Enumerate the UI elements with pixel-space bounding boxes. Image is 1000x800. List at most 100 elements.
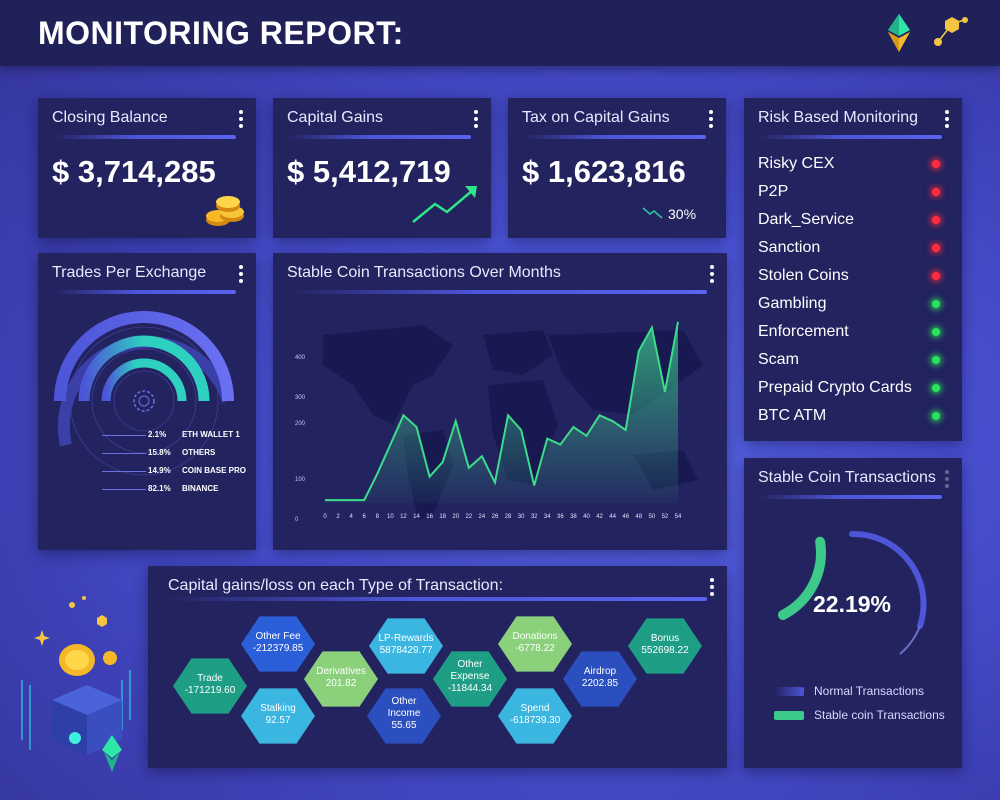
legend-swatch <box>774 710 804 720</box>
risk-monitoring-card: Risk Based Monitoring Risky CEX P2P Dark_S… <box>744 98 962 441</box>
status-indicator <box>932 244 940 252</box>
closing-balance-title: Closing Balance <box>52 109 168 126</box>
closing-balance-value: $ 3,714,285 <box>52 154 216 189</box>
capital-gains-card: Capital Gains $ 5,412,719 <box>273 98 491 238</box>
status-indicator <box>932 216 940 224</box>
x-tick-label: 22 <box>465 514 472 520</box>
transaction-hex-label: Other Income 55.65 <box>387 696 421 731</box>
y-tick-label: 200 <box>295 421 306 427</box>
transaction-hex-label: Airdrop 2202.85 <box>581 666 619 689</box>
risk-item-label: Risky CEX <box>758 155 835 172</box>
crypto-nodes-icon <box>934 17 968 46</box>
x-tick-label: 4 <box>349 514 353 520</box>
risk-item-label: BTC ATM <box>758 407 827 424</box>
trades-legend-item: 82.1% BINANCE <box>148 484 219 493</box>
x-tick-label: 24 <box>479 514 486 520</box>
x-tick-label: 48 <box>635 514 642 520</box>
status-indicator <box>932 160 940 168</box>
risk-item[interactable]: Scam <box>758 346 948 374</box>
x-tick-label: 28 <box>505 514 512 520</box>
x-tick-label: 6 <box>363 514 367 520</box>
status-indicator <box>932 272 940 280</box>
trades-legend-item: 15.8% OTHERS <box>148 448 216 457</box>
risk-item[interactable]: Prepaid Crypto Cards <box>758 374 948 402</box>
transaction-hex-label: Stalking 92.57 <box>260 703 296 726</box>
risk-item[interactable]: Sanction <box>758 234 948 262</box>
risk-item-label: Dark_Service <box>758 211 855 228</box>
header: MONITORING REPORT: <box>0 0 1000 66</box>
ethereum-logo-icon <box>888 14 910 52</box>
more-options-icon[interactable] <box>238 265 244 283</box>
risk-item-label: Gambling <box>758 295 827 312</box>
x-tick-label: 46 <box>622 514 629 520</box>
transaction-hex-label: Other Fee -212379.85 <box>252 631 304 654</box>
trades-legend-item: 14.9% COIN BASE PRO <box>148 466 247 475</box>
risk-item[interactable]: BTC ATM <box>758 402 948 430</box>
more-options-icon[interactable] <box>238 110 244 128</box>
risk-item[interactable]: Gambling <box>758 290 948 318</box>
stable-coin-area-chart: 0 2 4 6 8 10 12 14 16 18 20 22 24 26 28 30 32 34 36 38 40 42 4… <box>295 321 682 523</box>
more-options-icon[interactable] <box>708 110 714 128</box>
x-tick-label: 12 <box>400 514 407 520</box>
status-indicator <box>932 328 940 336</box>
risk-item[interactable]: P2P <box>758 178 948 206</box>
legend-stable: Stable coin Transactions <box>774 708 945 722</box>
risk-title: Risk Based Monitoring <box>758 109 919 126</box>
transaction-hex-label: Derivatives 201.82 <box>316 666 366 689</box>
y-tick-label: 300 <box>295 395 306 401</box>
tax-value: $ 1,623,816 <box>522 154 686 189</box>
area-fill <box>325 321 678 503</box>
x-tick-label: 32 <box>531 514 538 520</box>
stable-tx-percent: 22.19% <box>813 591 891 617</box>
risk-item[interactable]: Risky CEX <box>758 150 948 178</box>
crypto-illustration <box>21 596 131 772</box>
trend-down-icon <box>642 207 663 219</box>
x-tick-label: 50 <box>649 514 656 520</box>
risk-item[interactable]: Stolen Coins <box>758 262 948 290</box>
x-tick-label: 40 <box>583 514 590 520</box>
risk-item-label: Sanction <box>758 239 821 256</box>
x-tick-label: 10 <box>387 514 394 520</box>
legend-swatch <box>774 686 804 696</box>
more-options-icon[interactable] <box>473 110 479 128</box>
tax-card: Tax on Capital Gains $ 1,623,816 30% <box>508 98 726 238</box>
transaction-hex-label: Bonus 552698.22 <box>641 633 689 656</box>
x-tick-label: 44 <box>609 514 616 520</box>
transaction-hex-label: LP-Rewards 5878429.77 <box>378 633 434 656</box>
capital-gains-title: Capital Gains <box>287 109 384 126</box>
transaction-hex-label: Donations -6778.22 <box>512 631 558 654</box>
x-tick-label: 14 <box>413 514 420 520</box>
x-tick-label: 30 <box>518 514 525 520</box>
x-tick-label: 54 <box>675 514 682 520</box>
x-tick-label: 42 <box>596 514 603 520</box>
capital-transactions-card: Capital gains/loss on each Type of Trans… <box>148 566 727 768</box>
stable-coin-donut: 22.19% <box>777 530 927 655</box>
status-indicator <box>932 188 940 196</box>
y-tick-label: 0 <box>295 517 299 523</box>
x-tick-label: 16 <box>426 514 433 520</box>
transaction-hex-label: Trade -171219.60 <box>184 673 236 696</box>
y-tick-label: 100 <box>295 477 306 483</box>
risk-list: Risky CEX P2P Dark_Service Sanction Stolen C… <box>758 150 948 430</box>
x-tick-label: 38 <box>570 514 577 520</box>
x-tick-label: 8 <box>376 514 380 520</box>
risk-item[interactable]: Dark_Service <box>758 206 948 234</box>
legend-normal: Normal Transactions <box>774 684 924 698</box>
status-indicator <box>932 412 940 420</box>
more-options-icon[interactable] <box>709 265 715 283</box>
transaction-hex-label: Other Expense -11844.34 <box>447 659 493 694</box>
risk-item-label: Enforcement <box>758 323 849 340</box>
risk-item[interactable]: Enforcement <box>758 318 948 346</box>
risk-item-label: Stolen Coins <box>758 267 849 284</box>
tax-title: Tax on Capital Gains <box>522 109 670 126</box>
y-tick-label: 400 <box>295 355 306 361</box>
risk-item-label: P2P <box>758 183 789 200</box>
x-tick-label: 52 <box>662 514 669 520</box>
more-options-icon[interactable] <box>944 470 950 488</box>
status-indicator <box>932 384 940 392</box>
status-indicator <box>932 356 940 364</box>
risk-item-label: Prepaid Crypto Cards <box>758 379 912 396</box>
more-options-icon[interactable] <box>944 110 950 128</box>
trend-up-icon <box>412 186 477 223</box>
tax-change: 30% <box>668 206 697 222</box>
